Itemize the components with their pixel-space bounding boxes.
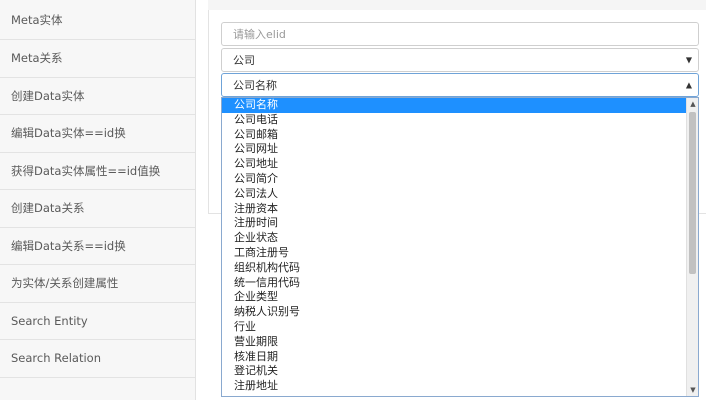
sidebar-item-search-entity[interactable]: Search Entity [0,303,195,340]
dropdown-option[interactable]: 公司法人 [222,187,698,202]
dropdown-option[interactable]: 公司网址 [222,142,698,157]
type-select-value: 公司 [233,54,255,67]
dropdown-option[interactable]: 公司地址 [222,157,698,172]
dropdown-options: 公司名称 公司电话 公司邮箱 公司网址 公司地址 公司简介 公司法人 注册资本 注册时间 企业状态… [222,98,698,394]
dropdown-option[interactable]: 注册时间 [222,216,698,231]
sidebar-item-create-data-relation[interactable]: 创建Data关系 [0,190,195,228]
elid-input[interactable]: 请输入elid [221,22,699,46]
dropdown-option[interactable]: 企业类型 [222,290,698,305]
dropdown-option[interactable]: 公司简介 [222,172,698,187]
dropdown-option[interactable]: 行业 [222,320,698,335]
sidebar-item-edit-data-relation[interactable]: 编辑Data关系==id换 [0,228,195,265]
sidebar-item-search-relation[interactable]: Search Relation [0,340,195,378]
dropdown-option[interactable]: 企业状态 [222,231,698,246]
dropdown-option[interactable]: 注册地址 [222,379,698,394]
field-select[interactable]: 公司名称 ▲ [221,73,699,97]
triangle-up-icon[interactable]: ▲ [687,98,698,110]
sidebar-item-create-attribute[interactable]: 为实体/关系创建属性 [0,265,195,303]
dropdown-option[interactable]: 组织机构代码 [222,261,698,276]
dropdown-option[interactable]: 公司邮箱 [222,128,698,143]
triangle-down-icon: ▲ [685,80,692,90]
dropdown-option[interactable]: 核准日期 [222,350,698,365]
sidebar-nav: Meta实体 Meta关系 创建Data实体 编辑Data实体==id换 获得D… [0,0,196,400]
triangle-down-icon: ▼ [685,55,692,65]
dropdown-option[interactable]: 公司电话 [222,113,698,128]
dropdown-option[interactable]: 登记机关 [222,364,698,379]
dropdown-option[interactable]: 营业期限 [222,335,698,350]
sidebar-item-meta-relation[interactable]: Meta关系 [0,40,195,78]
dropdown-option[interactable]: 公司名称 [222,98,698,113]
field-select-dropdown[interactable]: 公司名称 公司电话 公司邮箱 公司网址 公司地址 公司简介 公司法人 注册资本 注册时间 企业状态… [221,97,699,397]
dropdown-scrollbar[interactable]: ▲ ▼ [686,98,698,396]
sidebar-item-meta-entity[interactable]: Meta实体 [0,0,195,40]
dropdown-option[interactable]: 统一信用代码 [222,276,698,291]
dropdown-option[interactable]: 纳税人识别号 [222,305,698,320]
type-select[interactable]: 公司 ▼ [221,48,699,72]
sidebar-item-get-data-entity-attributes[interactable]: 获得Data实体属性==id值换 [0,153,195,190]
sidebar-item-create-data-entity[interactable]: 创建Data实体 [0,78,195,115]
scrollbar-thumb[interactable] [689,112,696,274]
triangle-down-icon[interactable]: ▼ [687,384,698,396]
field-select-value: 公司名称 [233,79,277,92]
sidebar-item-edit-data-entity[interactable]: 编辑Data实体==id换 [0,115,195,153]
dropdown-option[interactable]: 工商注册号 [222,246,698,261]
dropdown-option[interactable]: 注册资本 [222,202,698,217]
